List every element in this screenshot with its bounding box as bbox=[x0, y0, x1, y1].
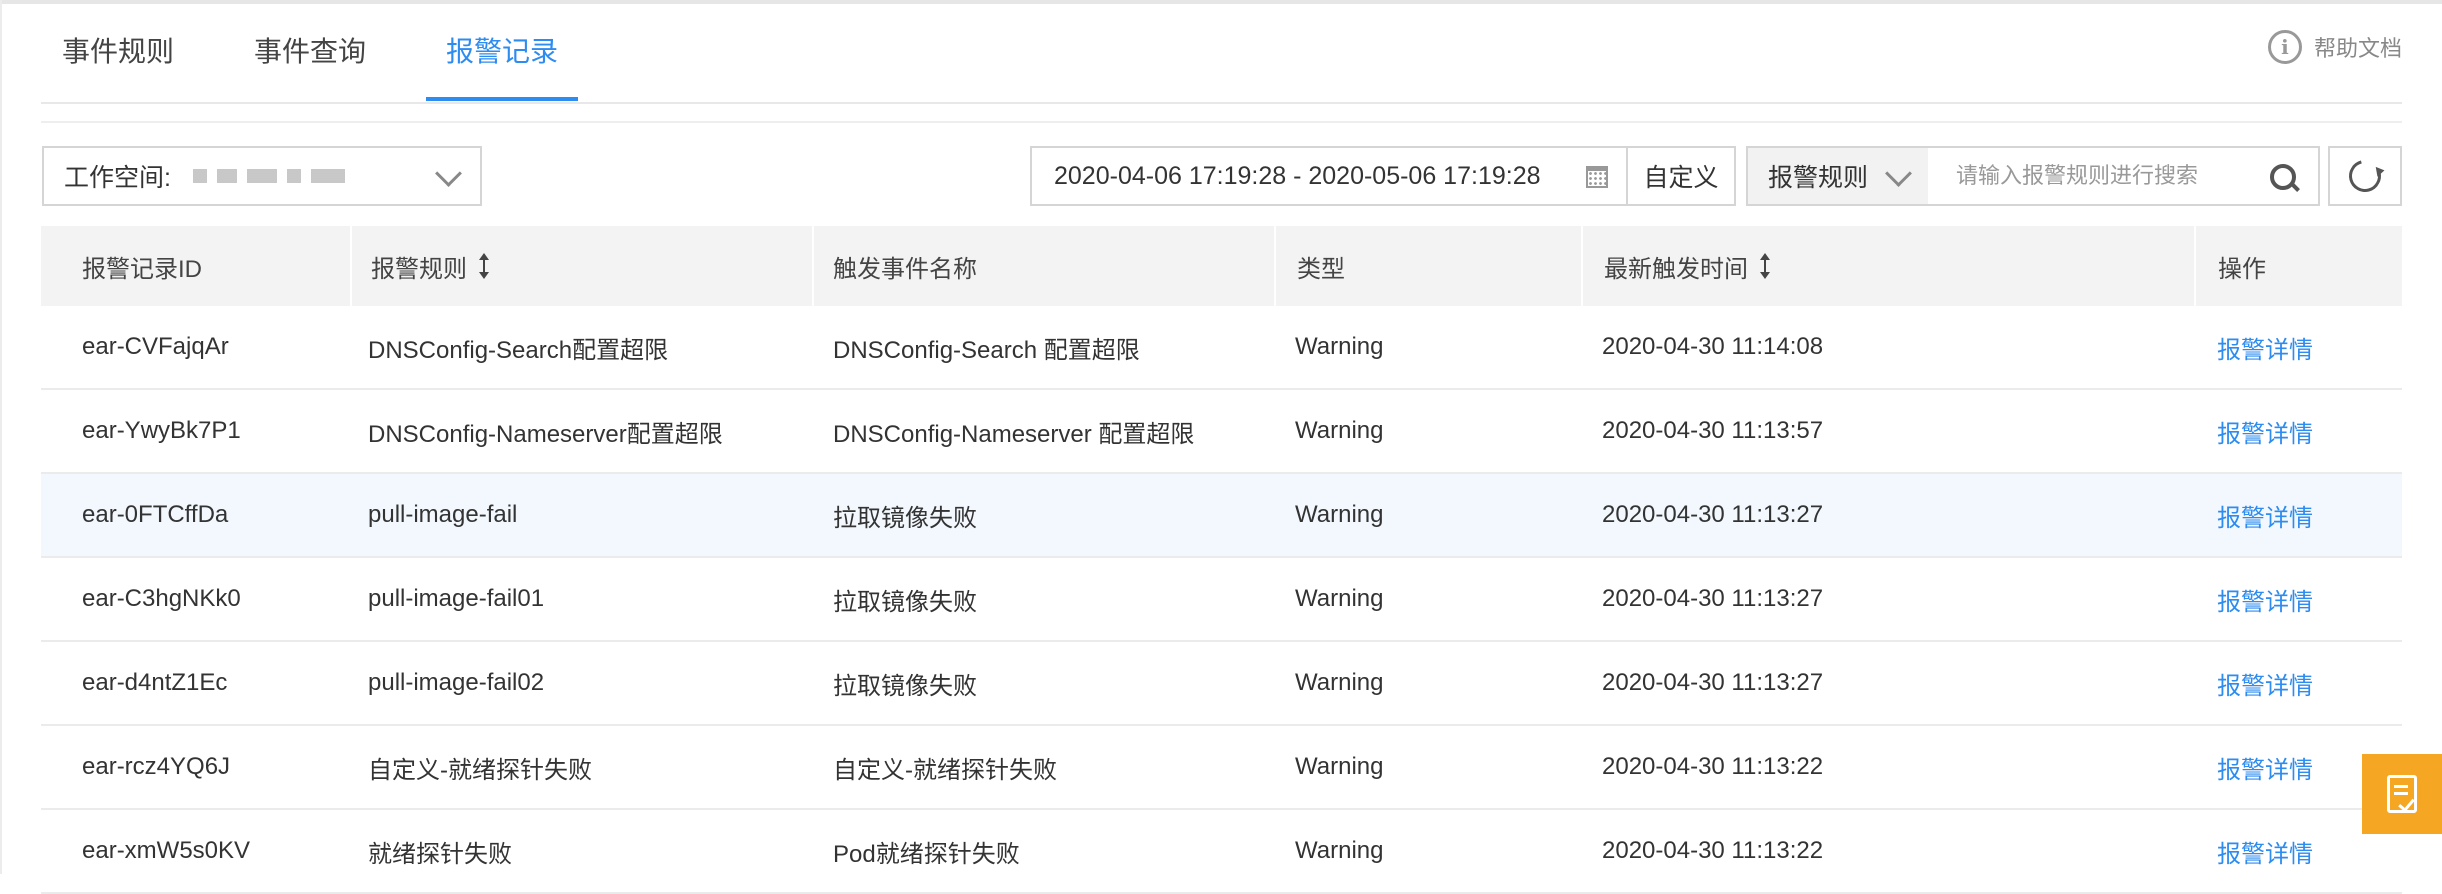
cell-id: ear-CVFajqAr bbox=[41, 306, 351, 390]
cell-id: ear-rcz4YQ6J bbox=[41, 725, 351, 810]
cell-event: 拉取镜像失败 bbox=[813, 641, 1275, 726]
cell-type: Warning bbox=[1275, 473, 1582, 558]
cell-rule: DNSConfig-Search配置超限 bbox=[351, 306, 813, 390]
cell-type: Warning bbox=[1275, 557, 1582, 642]
search-field-label: 报警规则 bbox=[1768, 164, 1869, 192]
cell-event: 自定义-就绪探针失败 bbox=[813, 725, 1275, 810]
cell-event: 拉取镜像失败 bbox=[813, 473, 1275, 558]
cell-type: Warning bbox=[1275, 725, 1582, 810]
refresh-button[interactable] bbox=[2328, 146, 2402, 206]
active-tab-indicator bbox=[426, 97, 578, 101]
calendar-icon bbox=[1586, 166, 1608, 188]
cell-type: Warning bbox=[1275, 389, 1582, 474]
cell-type: Warning bbox=[1275, 306, 1582, 390]
cell-type: Warning bbox=[1275, 809, 1582, 894]
alert-details-link[interactable]: 报警详情 bbox=[2195, 473, 2402, 558]
table-row: ear-C3hgNKk0 pull-image-fail01 拉取镜像失败 Wa… bbox=[41, 557, 2402, 642]
alert-details-link[interactable]: 报警详情 bbox=[2195, 389, 2402, 474]
table-header-row: 报警记录ID 报警规则 触发事件名称 类型 最新触发时间 操作 bbox=[41, 226, 2402, 306]
info-icon: i bbox=[2267, 30, 2302, 64]
table-row: ear-xmW5s0KV 就绪探针失败 Pod就绪探针失败 Warning 20… bbox=[41, 809, 2402, 894]
cell-event: Pod就绪探针失败 bbox=[813, 809, 1275, 894]
checklist-icon bbox=[2387, 775, 2417, 813]
cell-type: Warning bbox=[1275, 641, 1582, 726]
cell-rule: 自定义-就绪探针失败 bbox=[351, 725, 813, 810]
alert-records-table: 报警记录ID 报警规则 触发事件名称 类型 最新触发时间 操作 ear-CVFa… bbox=[41, 226, 2402, 894]
workspace-label: 工作空间: bbox=[64, 164, 171, 192]
date-range-value: 2020-04-06 17:19:28 - 2020-05-06 17:19:2… bbox=[1054, 161, 1541, 190]
cell-id: ear-d4ntZ1Ec bbox=[41, 641, 351, 726]
alert-details-link[interactable]: 报警详情 bbox=[2195, 557, 2402, 642]
cell-id: ear-YwyBk7P1 bbox=[41, 389, 351, 474]
column-header-actions: 操作 bbox=[2195, 226, 2402, 306]
chevron-down-icon bbox=[1885, 160, 1912, 187]
table-row: ear-CVFajqAr DNSConfig-Search配置超限 DNSCon… bbox=[41, 306, 2402, 390]
feedback-button[interactable] bbox=[2362, 754, 2442, 834]
column-header-id: 报警记录ID bbox=[41, 226, 352, 306]
column-header-time[interactable]: 最新触发时间 bbox=[1582, 226, 2196, 306]
cell-time: 2020-04-30 11:13:22 bbox=[1582, 809, 2195, 894]
cell-rule: 就绪探针失败 bbox=[351, 809, 813, 894]
search-field-select[interactable]: 报警规则 bbox=[1748, 148, 1928, 204]
table-row: ear-rcz4YQ6J 自定义-就绪探针失败 自定义-就绪探针失败 Warni… bbox=[41, 725, 2402, 810]
table-row: ear-YwyBk7P1 DNSConfig-Nameserver配置超限 DN… bbox=[41, 389, 2402, 474]
cell-time: 2020-04-30 11:13:22 bbox=[1582, 725, 2195, 810]
cell-id: ear-0FTCffDa bbox=[41, 473, 351, 558]
column-header-event: 触发事件名称 bbox=[813, 226, 1276, 306]
cell-time: 2020-04-30 11:13:27 bbox=[1582, 473, 2195, 558]
search-input[interactable] bbox=[1928, 148, 2248, 204]
cell-rule: DNSConfig-Nameserver配置超限 bbox=[351, 389, 813, 474]
workspace-select[interactable]: 工作空间: bbox=[42, 146, 482, 206]
sort-icon[interactable] bbox=[479, 253, 489, 279]
cell-rule: pull-image-fail02 bbox=[351, 641, 813, 726]
table-row: ear-d4ntZ1Ec pull-image-fail02 拉取镜像失败 Wa… bbox=[41, 641, 2402, 726]
table-row: ear-0FTCffDa pull-image-fail 拉取镜像失败 Warn… bbox=[41, 473, 2402, 558]
refresh-icon bbox=[2343, 154, 2387, 198]
cell-event: DNSConfig-Search 配置超限 bbox=[813, 306, 1275, 390]
cell-time: 2020-04-30 11:14:08 bbox=[1582, 306, 2195, 390]
help-docs-link[interactable]: i 帮助文档 bbox=[2267, 30, 2402, 64]
alert-details-link[interactable]: 报警详情 bbox=[2195, 306, 2402, 390]
search-icon[interactable] bbox=[2248, 148, 2318, 204]
sort-icon[interactable] bbox=[1760, 253, 1770, 279]
toolbar-divider bbox=[41, 121, 2402, 123]
window-left-border bbox=[0, 0, 2, 874]
cell-time: 2020-04-30 11:13:27 bbox=[1582, 557, 2195, 642]
cell-id: ear-C3hgNKk0 bbox=[41, 557, 351, 642]
column-header-type: 类型 bbox=[1275, 226, 1583, 306]
cell-time: 2020-04-30 11:13:27 bbox=[1582, 641, 2195, 726]
cell-time: 2020-04-30 11:13:57 bbox=[1582, 389, 2195, 474]
rule-search-group: 报警规则 bbox=[1746, 146, 2320, 206]
window-top-border bbox=[0, 0, 2442, 4]
cell-rule: pull-image-fail01 bbox=[351, 557, 813, 642]
alert-details-link[interactable]: 报警详情 bbox=[2195, 641, 2402, 726]
tab-event-rules[interactable]: 事件规则 bbox=[62, 30, 174, 70]
column-header-rule[interactable]: 报警规则 bbox=[351, 226, 814, 306]
help-docs-label: 帮助文档 bbox=[2313, 36, 2402, 61]
cell-id: ear-xmW5s0KV bbox=[41, 809, 351, 894]
date-range-picker[interactable]: 2020-04-06 17:19:28 - 2020-05-06 17:19:2… bbox=[1030, 146, 1628, 206]
cell-rule: pull-image-fail bbox=[351, 473, 813, 558]
workspace-value-redacted bbox=[192, 169, 345, 183]
cell-event: 拉取镜像失败 bbox=[813, 557, 1275, 642]
tab-event-query[interactable]: 事件查询 bbox=[254, 30, 366, 70]
chevron-down-icon bbox=[435, 160, 462, 187]
tabs-divider bbox=[41, 102, 2402, 104]
tab-alert-records[interactable]: 报警记录 bbox=[446, 30, 558, 70]
custom-range-button[interactable]: 自定义 bbox=[1626, 146, 1736, 206]
cell-event: DNSConfig-Nameserver 配置超限 bbox=[813, 389, 1275, 474]
